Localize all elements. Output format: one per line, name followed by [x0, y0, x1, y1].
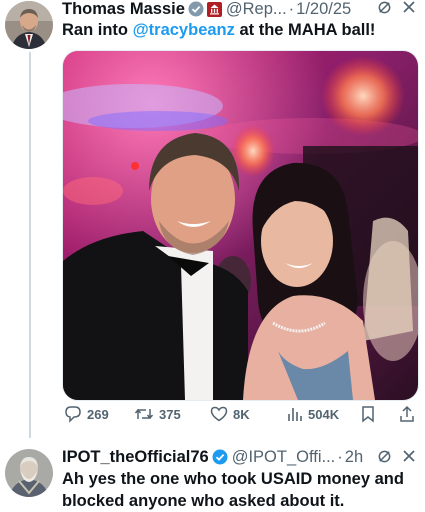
reply-icon [65, 406, 81, 423]
share-icon [400, 405, 414, 422]
close-icon[interactable] [401, 0, 417, 20]
reply-count: 269 [87, 406, 109, 422]
views-icon [288, 408, 302, 421]
tweet2-text: Ah yes the one who took USAID money and … [62, 470, 404, 510]
avatar-ipot[interactable] [5, 449, 53, 497]
repost-button[interactable]: 375 [134, 405, 181, 423]
verified-badge-icon [188, 1, 204, 17]
government-affiliate-icon[interactable] [206, 1, 222, 17]
tweet1-header: Thomas Massie @Rep... · 1/20/25 [62, 0, 425, 19]
view-count: 504K [308, 406, 340, 422]
thread-line [29, 52, 31, 438]
like-count: 8K [233, 406, 250, 422]
avatar-thomas-massie[interactable] [5, 1, 53, 49]
separator-dot: · [288, 0, 295, 18]
share-button[interactable] [398, 405, 416, 423]
author-name[interactable]: Thomas Massie [62, 0, 185, 19]
grok-icon[interactable] [377, 449, 392, 468]
tweet-photo[interactable] [62, 50, 419, 401]
repost-icon [134, 408, 154, 420]
like-button[interactable]: 8K [210, 405, 250, 423]
views-button[interactable]: 504K [287, 405, 339, 423]
tweet1-text: Ran into @tracybeanz at the MAHA ball! [62, 21, 376, 39]
separator-dot: · [337, 448, 343, 466]
tweet-date[interactable]: 1/20/25 [296, 0, 351, 19]
tweet-time[interactable]: 2h [345, 447, 363, 467]
author-handle[interactable]: @IPOT_Offi... [232, 447, 336, 467]
mention-link[interactable]: @tracybeanz [133, 21, 235, 39]
tweet2-header: IPOT_theOfficial76 @IPOT_Offi... · 2h [62, 447, 425, 467]
author-handle[interactable]: @Rep... [226, 0, 287, 19]
repost-count: 375 [159, 406, 181, 422]
tweet1-actions: 269 375 8K 504K [62, 405, 417, 429]
author-name[interactable]: IPOT_theOfficial76 [62, 447, 209, 467]
grok-icon[interactable] [377, 0, 392, 19]
like-icon [210, 406, 228, 422]
close-icon[interactable] [401, 448, 417, 469]
reply-button[interactable]: 269 [64, 405, 109, 423]
bookmark-button[interactable] [360, 405, 376, 423]
verified-badge-icon [212, 449, 228, 465]
bookmark-icon [362, 406, 374, 423]
